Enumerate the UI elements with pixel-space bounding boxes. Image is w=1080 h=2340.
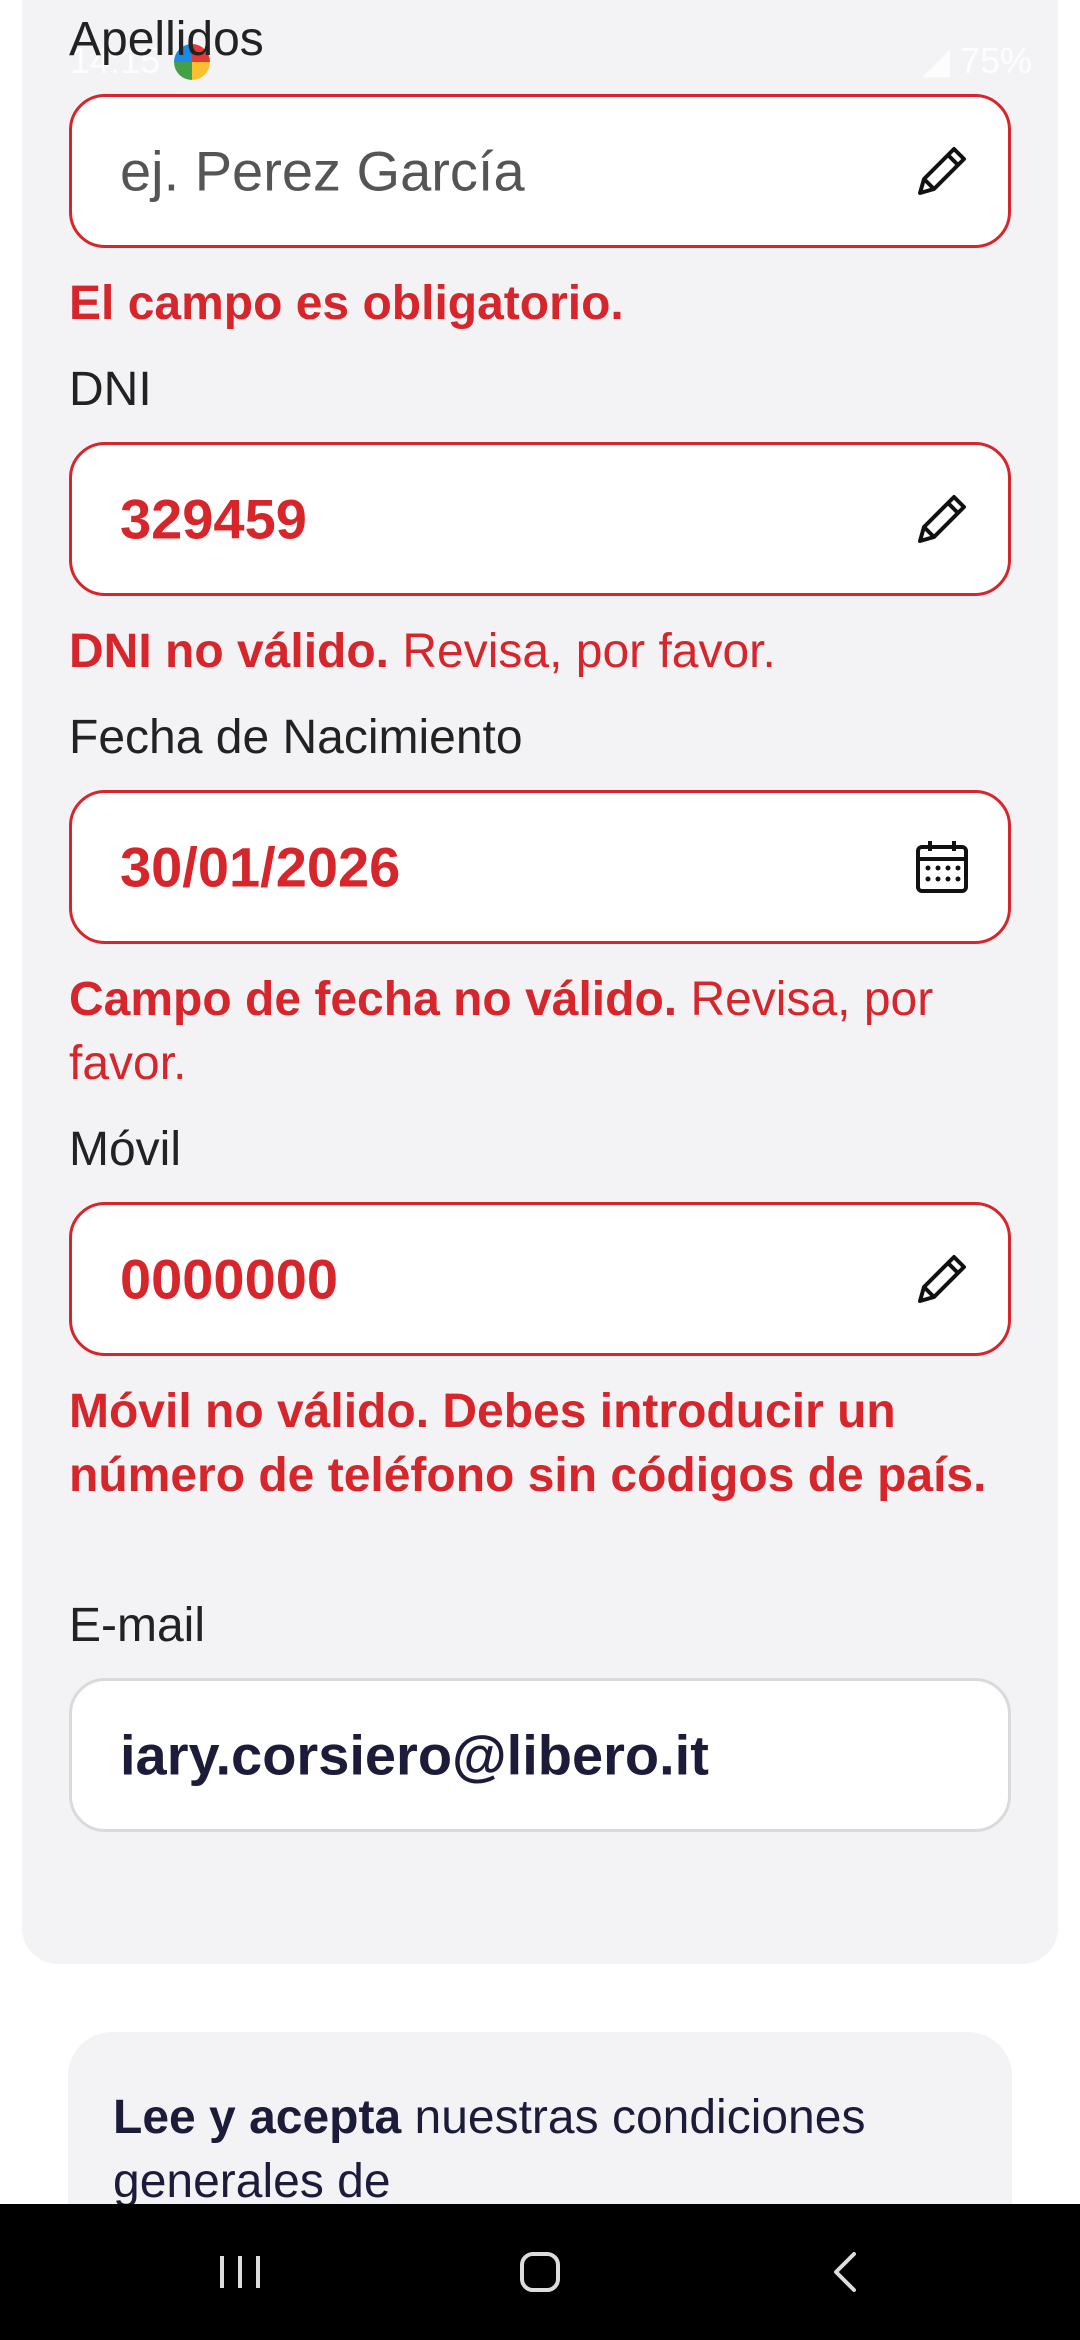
fecha-error: Campo de fecha no válido. Revisa, por fa… [69, 973, 934, 1090]
back-icon[interactable] [784, 2204, 904, 2340]
dni-value: 329459 [120, 487, 307, 551]
pencil-icon [918, 1255, 966, 1303]
apellidos-error: El campo es obligatorio. [69, 277, 624, 330]
signal-icon: ◢ [922, 40, 960, 81]
fecha-field[interactable]: 30/01/2026 [69, 790, 1011, 944]
email-field[interactable]: iary.corsiero@libero.it [69, 1678, 1011, 1832]
pencil-icon [918, 495, 966, 543]
calendar-icon [916, 841, 968, 893]
home-icon[interactable] [480, 2204, 600, 2340]
dni-error: DNI no válido. Revisa, por favor. [69, 625, 776, 678]
dni-label: DNI [69, 363, 152, 416]
email-label: E-mail [69, 1599, 206, 1652]
apellidos-field[interactable]: ej. Perez García [69, 94, 1011, 248]
apellidos-placeholder: ej. Perez García [120, 139, 525, 203]
battery-level: 75% [959, 40, 1032, 81]
fecha-value: 30/01/2026 [120, 835, 401, 899]
movil-value: 0000000 [120, 1247, 339, 1311]
apellidos-label: Apellidos [69, 13, 264, 66]
email-value: iary.corsiero@libero.it [120, 1723, 709, 1787]
fecha-label: Fecha de Nacimiento [69, 711, 523, 764]
status-battery: ◢ 75% [922, 40, 1032, 82]
system-navigation-bar [0, 2204, 1080, 2340]
dni-field[interactable]: 329459 [69, 442, 1011, 596]
pencil-icon [918, 147, 966, 195]
movil-error: Móvil no válido. Debes introducir un núm… [69, 1385, 987, 1502]
terms-link[interactable]: Lee y acepta [113, 2091, 401, 2144]
movil-label: Móvil [69, 1123, 182, 1176]
movil-field[interactable]: 0000000 [69, 1202, 1011, 1356]
recent-apps-icon[interactable] [180, 2204, 300, 2340]
terms-text: Lee y acepta nuestras condiciones genera… [113, 2091, 866, 2208]
